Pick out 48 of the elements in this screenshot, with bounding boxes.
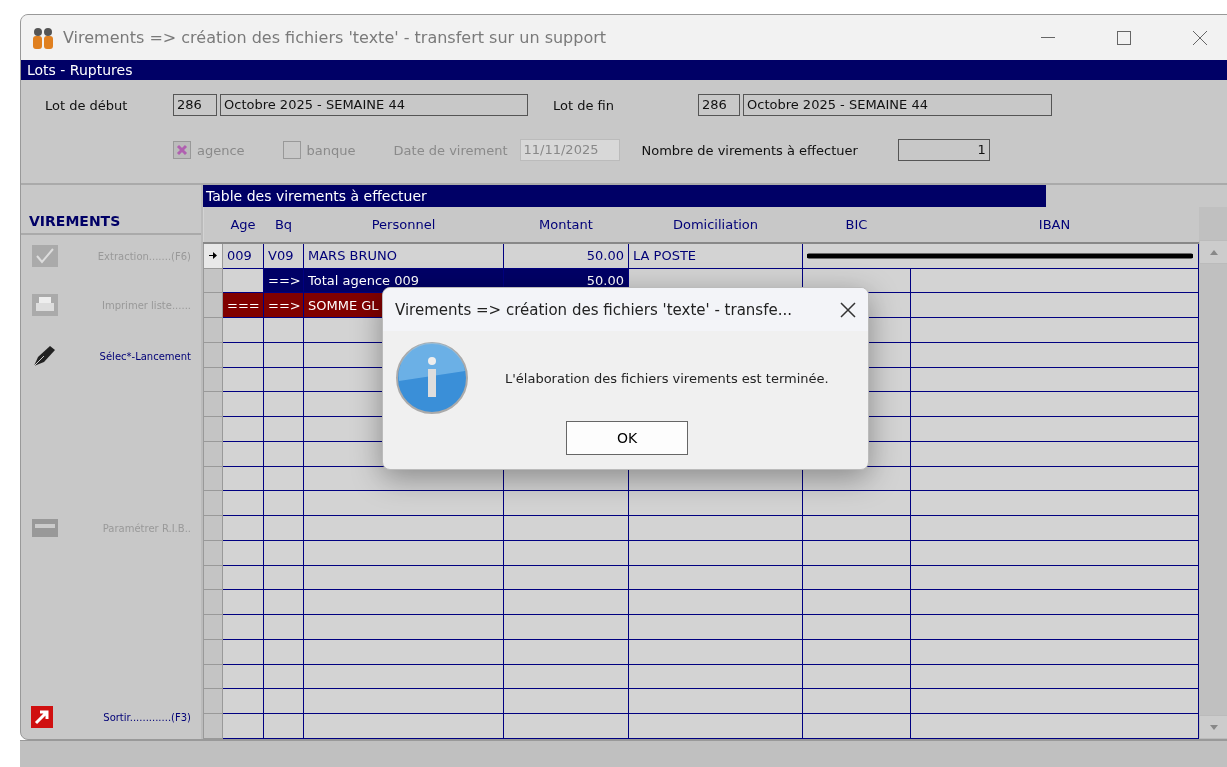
printer-icon [31,293,59,317]
scroll-up-button[interactable] [1199,240,1227,264]
column-header[interactable]: Bq [263,207,304,243]
count-label: Nombre de virements à effectuer [641,142,858,158]
checkbox-label: agence [197,142,245,158]
cross-icon [176,144,188,156]
table-cell: LA POSTE [628,243,803,269]
end-lot-label: Lot de fin [553,97,615,113]
checkbox[interactable] [282,141,301,159]
down-caret-icon [1209,724,1218,730]
column-header[interactable]: Personnel [303,207,504,243]
table-cell: 50.00 [503,243,629,269]
date-label: Date de virement [393,142,508,158]
column-header[interactable]: IBAN [910,207,1199,243]
close-icon[interactable] [840,301,856,318]
minimize-icon [1041,36,1055,39]
sidebar-title: VIREMENTS [21,207,201,235]
ok-button[interactable]: OK [566,421,688,455]
column-header[interactable]: Domiciliation [628,207,803,243]
exit-icon [31,706,53,728]
start-lot-name-field[interactable]: Octobre 2025 - SEMAINE 44 [220,94,528,116]
section-header: Lots - Ruptures [21,60,1227,80]
info-icon [395,341,469,415]
checkbox[interactable] [173,141,191,159]
table-cell: MARS BRUNO [303,243,504,269]
column-header[interactable]: Montant [503,207,629,243]
end-lot-name-field[interactable]: Octobre 2025 - SEMAINE 44 [743,94,1052,116]
up-caret-icon [1209,249,1218,255]
scroll-down-button[interactable] [1199,715,1227,739]
window-title: Virements => création des fichiers 'texte' - transfert sur un support [63,28,608,47]
people-icon [31,25,55,50]
checkmark-icon [31,244,59,268]
close-icon [1192,29,1208,46]
sidebar-button[interactable]: Sélec*-Lancement [21,341,201,371]
count-field[interactable]: 1 [897,139,990,161]
maximize-icon [1117,30,1131,45]
dialog-message: L'élaboration des fichiers virements est terminée. [505,370,829,386]
end-lot-number-field[interactable]: 286 [698,94,740,116]
column-header[interactable]: Age [222,207,264,243]
table-title: Table des virements à effectuer [203,185,1046,207]
column-header[interactable]: BIC [802,207,911,243]
card-icon [31,516,59,540]
start-lot-number-field[interactable]: 286 [173,94,217,116]
start-lot-label: Lot de début [45,97,129,113]
sidebar-button[interactable]: Sortir.............(F3) [21,702,201,732]
row-selector[interactable] [203,243,223,269]
checkbox-label: banque [306,142,356,158]
arrow-icon [209,252,217,260]
